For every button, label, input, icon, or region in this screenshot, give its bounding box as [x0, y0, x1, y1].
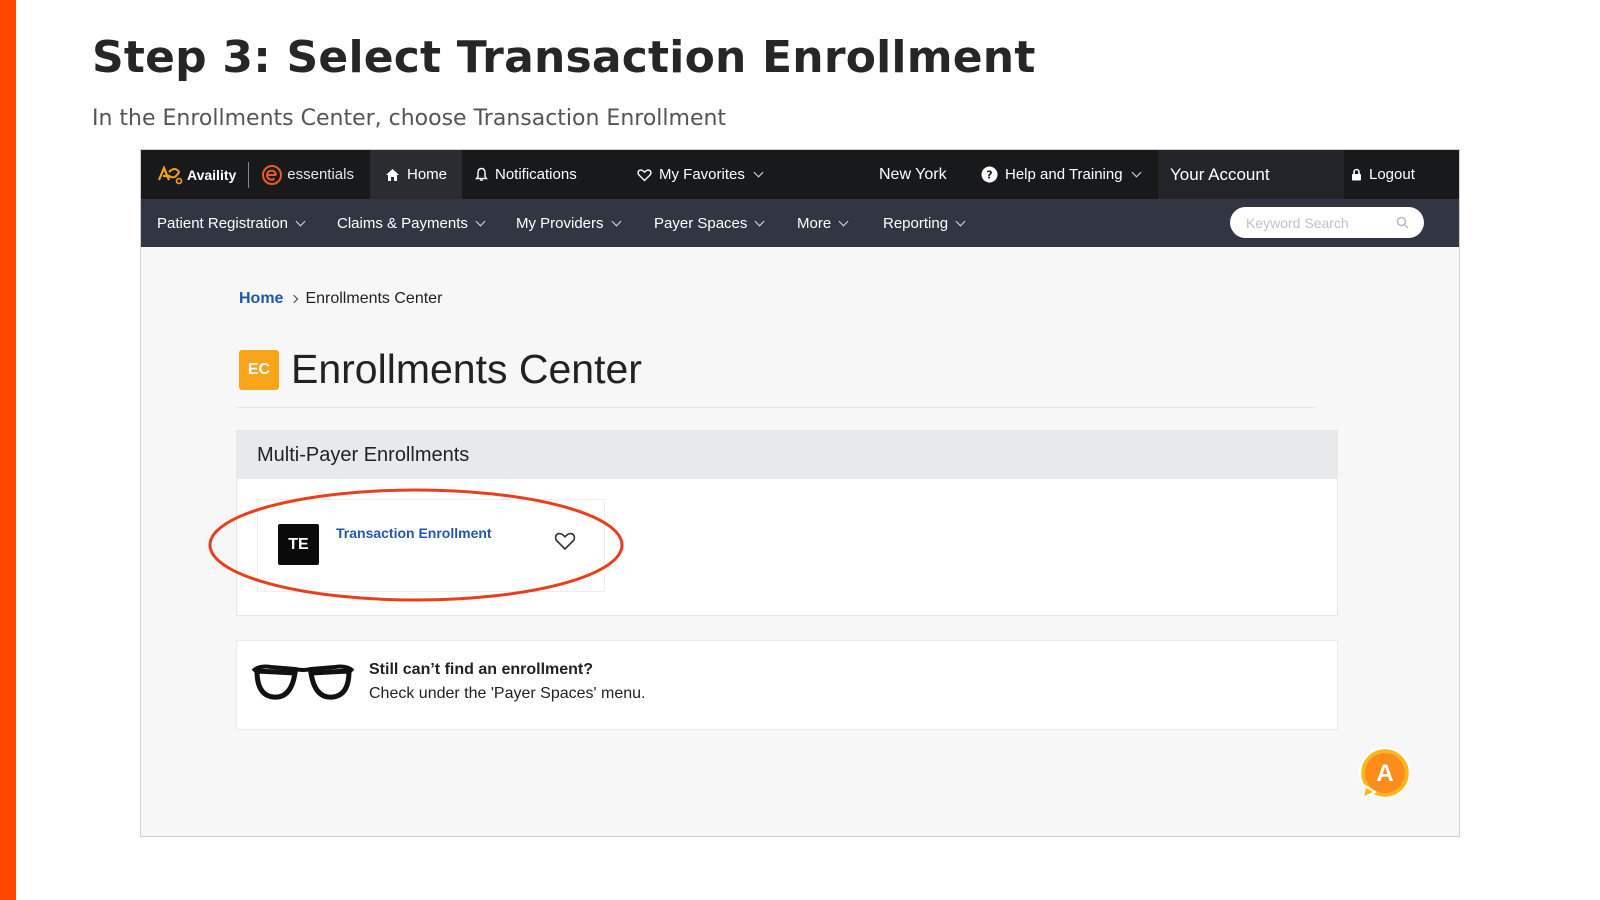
nav-my-providers[interactable]: My Providers	[516, 199, 621, 247]
nav-your-account[interactable]: Your Account	[1158, 150, 1344, 199]
chevron-down-icon	[611, 216, 621, 226]
nav-claims-payments[interactable]: Claims & Payments	[337, 199, 486, 247]
svg-text:?: ?	[986, 169, 992, 182]
chevron-down-icon	[475, 216, 486, 226]
chevron-down-icon	[754, 216, 765, 226]
nav-more[interactable]: More	[797, 199, 849, 247]
highlight-ellipse	[208, 488, 624, 602]
nav-patient-registration-label: Patient Registration	[157, 214, 288, 232]
location-selector[interactable]: New York	[879, 150, 947, 199]
nav-home-label: Home	[406, 166, 447, 183]
page-title: Enrollments Center	[291, 346, 642, 392]
search-icon[interactable]	[1396, 216, 1409, 229]
essentials-logo-icon	[262, 164, 283, 185]
nav-my-favorites[interactable]: My Favorites	[637, 150, 764, 199]
main-nav: Patient Registration Claims & Payments M…	[141, 199, 1459, 247]
assistant-label: A	[1376, 760, 1393, 787]
availity-wordmark: Availity	[187, 166, 237, 183]
nav-payer-spaces[interactable]: Payer Spaces	[654, 199, 765, 247]
nav-help-training-label: Help and Training	[1005, 166, 1123, 183]
nav-notifications[interactable]: Notifications	[475, 150, 577, 199]
nav-reporting-label: Reporting	[883, 214, 949, 232]
breadcrumb: Home Enrollments Center	[239, 290, 442, 308]
home-icon	[385, 168, 399, 181]
help-tip-panel: Still can’t find an enrollment? Check un…	[236, 640, 1338, 730]
availity-logo-icon	[157, 164, 183, 184]
panel-header: Multi-Payer Enrollments	[237, 431, 1337, 479]
slide-subtitle: In the Enrollments Center, choose Transa…	[92, 106, 727, 131]
brand-divider	[248, 161, 250, 188]
search-input[interactable]	[1246, 214, 1396, 231]
chevron-down-icon	[1131, 167, 1142, 178]
nav-my-providers-label: My Providers	[516, 214, 604, 232]
lock-icon	[1352, 168, 1361, 181]
nav-reporting[interactable]: Reporting	[883, 199, 966, 247]
nav-home[interactable]: Home	[370, 150, 462, 199]
availity-logo: Availity	[157, 164, 236, 186]
app-screenshot: Availity essentials Home Notifications M…	[140, 149, 1460, 837]
top-bar: Availity essentials Home Notifications M…	[141, 150, 1459, 199]
chevron-down-icon	[295, 216, 306, 226]
heading-divider	[237, 407, 1315, 408]
nav-your-account-label: Your Account	[1170, 164, 1270, 184]
location-label: New York	[879, 165, 947, 183]
chevron-down-icon	[838, 216, 849, 226]
logout-label: Logout	[1369, 166, 1415, 183]
tip-title: Still can’t find an enrollment?	[369, 661, 594, 678]
essentials-wordmark: essentials	[287, 166, 354, 183]
chevron-right-icon	[290, 294, 299, 304]
enrollments-center-badge: EC	[239, 349, 279, 390]
nav-my-favorites-label: My Favorites	[659, 166, 745, 183]
chevron-down-icon	[753, 167, 764, 178]
help-circle-icon: ?	[981, 166, 998, 183]
heart-icon	[637, 168, 652, 181]
essentials-logo: essentials	[261, 164, 354, 186]
chat-bubble-icon[interactable]: A	[1357, 746, 1413, 806]
nav-notifications-label: Notifications	[495, 166, 577, 183]
breadcrumb-home-link[interactable]: Home	[239, 290, 283, 308]
nav-help-training[interactable]: ? Help and Training	[981, 150, 1142, 199]
breadcrumb-current: Enrollments Center	[305, 290, 443, 307]
nav-more-label: More	[797, 214, 832, 232]
chevron-down-icon	[955, 216, 966, 226]
nav-patient-registration[interactable]: Patient Registration	[157, 199, 306, 247]
brand-logo[interactable]: Availity essentials	[141, 150, 370, 199]
nav-claims-payments-label: Claims & Payments	[337, 214, 468, 232]
page-heading: EC Enrollments Center	[239, 346, 642, 393]
logout-button[interactable]: Logout	[1351, 150, 1415, 199]
tip-text: Check under the 'Payer Spaces' menu.	[369, 685, 646, 702]
bell-icon	[475, 167, 488, 181]
glasses-icon	[251, 664, 355, 700]
slide-accent-bar	[0, 0, 16, 900]
nav-payer-spaces-label: Payer Spaces	[654, 214, 748, 232]
slide-title: Step 3: Select Transaction Enrollment	[92, 32, 1036, 83]
keyword-search[interactable]	[1230, 207, 1424, 238]
